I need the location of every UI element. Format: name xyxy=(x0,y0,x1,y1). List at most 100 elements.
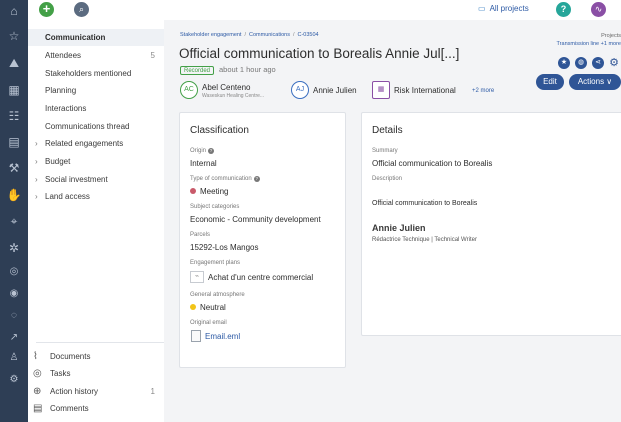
nav-label: Attendees xyxy=(45,51,82,60)
nav-item-planning[interactable]: Planning xyxy=(28,82,164,99)
nav-item-attendees[interactable]: Attendees 5 xyxy=(28,47,164,64)
plans-value[interactable]: Achat d'un centre commercial xyxy=(208,273,313,282)
hammer-icon[interactable]: ⚒ xyxy=(5,160,23,176)
projects-value[interactable]: Transmission line +1 more xyxy=(481,41,621,47)
help-icon[interactable]: ? xyxy=(208,148,215,154)
nav-item-tasks[interactable]: ◎ Tasks xyxy=(28,365,164,382)
nav-count: 5 xyxy=(150,51,155,60)
signature-name: Annie Julien xyxy=(372,223,426,233)
parcels-label: Parcels xyxy=(190,232,211,238)
description-label: Description xyxy=(372,176,403,182)
nav-item-documents[interactable]: ⌇ Documents xyxy=(28,348,164,365)
avatar: AC xyxy=(180,81,198,99)
pulse-icon: ∿ xyxy=(594,4,603,14)
nav-count: 1 xyxy=(150,387,155,396)
home-icon[interactable]: ⌂ xyxy=(5,3,23,19)
page-title: Official communication to Borealis Annie… xyxy=(179,46,460,61)
summary-value: Official communication to Borealis xyxy=(372,159,493,168)
help-icon[interactable]: ? xyxy=(253,176,260,182)
map-icon[interactable]: ⛰ xyxy=(5,55,23,71)
nav-label: Social investment xyxy=(45,175,108,184)
nav-item-comments[interactable]: ▤ Comments xyxy=(28,400,164,417)
signature-role: Rédactrice Technique | Technical Writer xyxy=(372,237,477,243)
settings-button[interactable]: ⚙ xyxy=(608,57,620,69)
comment-icon: ▤ xyxy=(33,403,43,414)
nav-item-communication[interactable]: Communication xyxy=(28,29,164,46)
project-name[interactable]: Transmission line xyxy=(557,41,600,47)
breadcrumb-separator: / xyxy=(292,32,295,38)
email-file-link[interactable]: Email.eml xyxy=(205,332,240,341)
favorite-button[interactable]: ★ xyxy=(558,57,570,69)
search-button[interactable]: ⌕ xyxy=(74,2,89,17)
nav-item-action-history[interactable]: ⊕ Action history 1 xyxy=(28,383,164,400)
all-projects-link[interactable]: ▭ All projects xyxy=(478,4,529,13)
nav-item-budget[interactable]: › Budget xyxy=(28,153,164,170)
participant-name: Annie Julien xyxy=(313,86,357,95)
participants-more-link[interactable]: +2 more xyxy=(472,88,494,94)
nav-item-land-access[interactable]: › Land access xyxy=(28,188,164,205)
nav-label: Land access xyxy=(45,192,90,201)
status-badge: Recorded xyxy=(180,66,215,75)
nav-item-social-investment[interactable]: › Social investment xyxy=(28,171,164,188)
breadcrumb-separator: / xyxy=(244,32,246,38)
projects-more-link[interactable]: +1 more xyxy=(601,41,621,47)
gear-icon: ⚙ xyxy=(609,57,619,69)
side-nav: Communication Attendees 5 Stakeholders me… xyxy=(28,20,164,422)
type-color-dot xyxy=(190,188,196,194)
nav-item-communications-thread[interactable]: Communications thread xyxy=(28,118,164,135)
parcels-value: 15292-Los Mangos xyxy=(190,243,259,252)
chart-icon[interactable]: ▤ xyxy=(5,134,23,150)
type-value: Meeting xyxy=(190,187,228,196)
add-button[interactable]: + xyxy=(39,2,54,17)
star-icon[interactable]: ☆ xyxy=(5,28,23,44)
user-menu-button[interactable]: ∿ xyxy=(591,2,606,17)
pin-icon[interactable]: ◌ xyxy=(5,308,23,324)
nav-label: Stakeholders mentioned xyxy=(45,69,132,78)
breadcrumb-link[interactable]: Stakeholder engagement xyxy=(180,32,241,38)
nav-label: Action history xyxy=(50,387,99,396)
origin-value: Internal xyxy=(190,159,217,168)
chevron-right-icon: › xyxy=(35,157,38,166)
chevron-right-icon: › xyxy=(35,192,38,201)
subject-value: Economic - Community development xyxy=(190,215,321,224)
handshake-icon[interactable]: ✋ xyxy=(5,187,23,203)
user-icon[interactable]: ♙ xyxy=(5,350,23,366)
share-button[interactable]: ⋖ xyxy=(592,57,604,69)
card-title: Classification xyxy=(190,125,249,136)
all-projects-label: All projects xyxy=(489,4,529,13)
people-icon[interactable]: ☷ xyxy=(5,108,23,124)
globe-icon[interactable]: ◎ xyxy=(5,264,23,280)
edit-button[interactable]: Edit xyxy=(536,74,564,90)
participant-name: Risk International xyxy=(394,86,456,95)
type-label: Type of communication? xyxy=(190,176,260,182)
help-button[interactable]: ? xyxy=(556,2,571,17)
nav-item-interactions[interactable]: Interactions xyxy=(28,100,164,117)
actions-button[interactable]: Actions ∨ xyxy=(569,74,621,90)
projects-label: Projects xyxy=(601,33,621,39)
nav-item-related-engagements[interactable]: › Related engagements xyxy=(28,135,164,152)
nav-label: Documents xyxy=(50,352,91,361)
origin-label: Origin? xyxy=(190,148,215,154)
breadcrumb-link[interactable]: Communications xyxy=(249,32,290,38)
globe-button[interactable]: ◍ xyxy=(575,57,587,69)
folder-icon: ▭ xyxy=(478,4,486,13)
network-icon[interactable]: ✲ xyxy=(5,240,23,256)
plans-label: Engagement plans xyxy=(190,260,241,266)
breadcrumb: Stakeholder engagement / Communications / C-… xyxy=(180,32,319,38)
chevron-right-icon: › xyxy=(35,175,38,184)
check-circle-icon[interactable]: ◉ xyxy=(5,286,23,302)
chevron-right-icon: › xyxy=(35,139,38,148)
nav-item-stakeholders-mentioned[interactable]: Stakeholders mentioned xyxy=(28,65,164,82)
chevron-down-icon: ∨ xyxy=(606,77,613,86)
nav-divider xyxy=(36,342,164,343)
building-icon[interactable]: ▦ xyxy=(5,82,23,98)
nav-label: Tasks xyxy=(50,369,71,378)
atmosphere-value: Neutral xyxy=(190,303,226,312)
settings-icon[interactable]: ⚙ xyxy=(5,372,23,388)
card-title: Details xyxy=(372,125,403,136)
avatar: AJ xyxy=(291,81,309,99)
share-icon: ⋖ xyxy=(595,59,601,66)
trend-icon[interactable]: ↗ xyxy=(5,330,23,346)
location-icon[interactable]: ⌖ xyxy=(5,213,23,229)
nav-label: Budget xyxy=(45,157,71,166)
